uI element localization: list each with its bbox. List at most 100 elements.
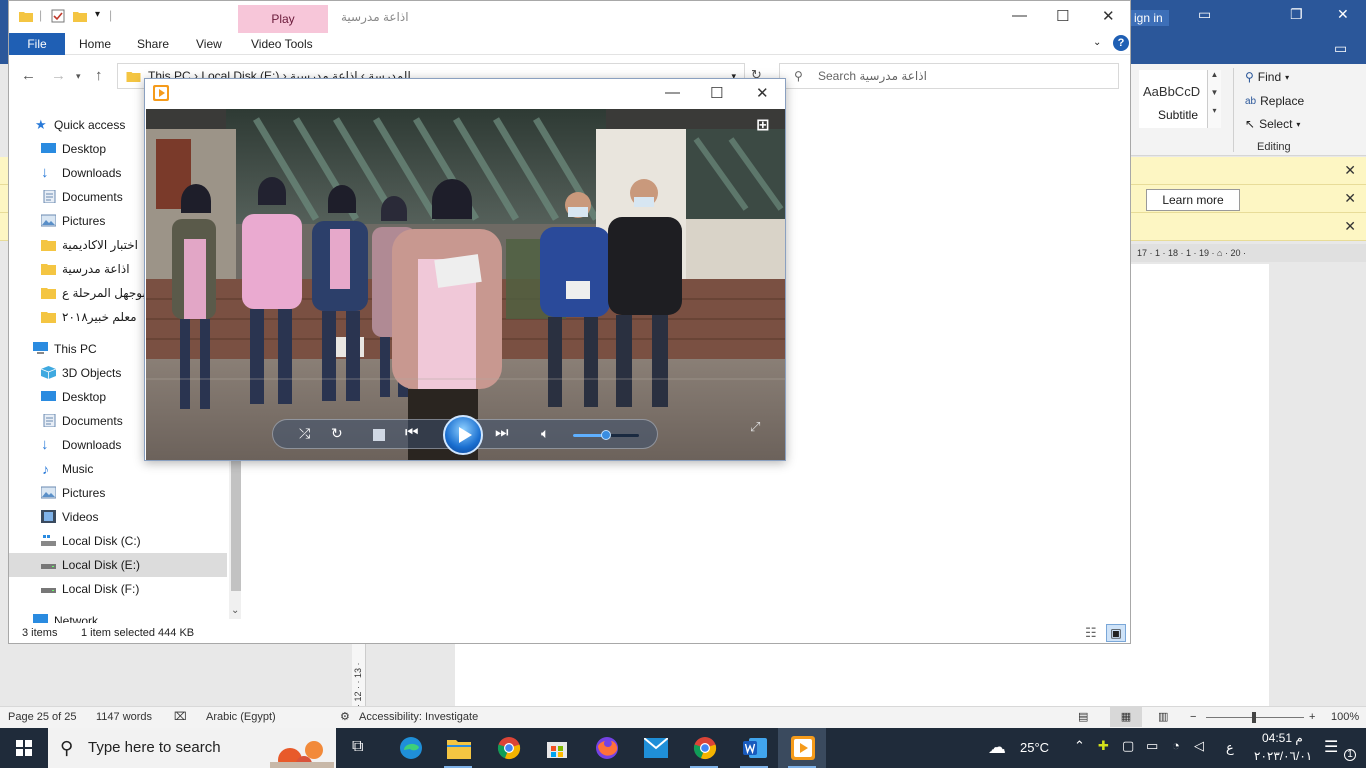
- taskbar-chrome-profile[interactable]: [680, 728, 728, 768]
- word-count[interactable]: 1147 words: [96, 707, 152, 728]
- up-icon[interactable]: ↑: [95, 67, 103, 84]
- show-hidden-icons-icon[interactable]: ⌃: [1074, 738, 1085, 754]
- tab-home[interactable]: Home: [79, 37, 111, 51]
- horizontal-ruler[interactable]: 17 · 1 · 18 · 1 · 19 · ⌂ · 20 ·: [1131, 244, 1366, 262]
- minimize-icon[interactable]: —: [665, 84, 680, 101]
- zoom-slider-thumb[interactable]: [1252, 712, 1256, 723]
- scroll-down-icon[interactable]: ⌄: [231, 605, 239, 616]
- tab-file[interactable]: File: [9, 33, 65, 55]
- taskbar-firefox[interactable]: [582, 728, 630, 768]
- close-icon[interactable]: ✕: [1102, 7, 1115, 25]
- language[interactable]: Arabic (Egypt): [206, 707, 276, 728]
- recent-locations-icon[interactable]: ▾: [76, 71, 81, 82]
- play-button[interactable]: [443, 415, 483, 455]
- word-sign-in-button[interactable]: ign in: [1128, 10, 1169, 26]
- start-button[interactable]: [0, 728, 48, 768]
- input-language[interactable]: ع: [1226, 740, 1234, 756]
- large-icons-view-icon[interactable]: ▣: [1106, 624, 1126, 642]
- wifi-icon[interactable]: ◔: [1172, 738, 1180, 753]
- zoom-in-icon[interactable]: +: [1309, 707, 1315, 728]
- accessibility-status[interactable]: Accessibility: Investigate: [359, 707, 478, 728]
- cube-icon: [41, 366, 56, 379]
- previous-icon[interactable]: ⏮: [405, 424, 419, 441]
- shuffle-icon[interactable]: ⤮: [299, 425, 310, 442]
- close-icon[interactable]: ✕: [1344, 190, 1356, 207]
- volume-icon[interactable]: 🔈︎: [541, 425, 549, 442]
- new-folder-icon[interactable]: [73, 9, 87, 23]
- close-icon[interactable]: ✕: [756, 84, 769, 102]
- tab-video-tools[interactable]: Video Tools: [251, 37, 313, 51]
- fullscreen-icon[interactable]: ⤢: [750, 419, 760, 435]
- expand-ribbon-icon[interactable]: ⌄: [1093, 37, 1101, 48]
- nav-network[interactable]: Network: [9, 609, 227, 623]
- taskbar-search-box[interactable]: ⚲ Type here to search: [48, 728, 336, 768]
- nav-videos[interactable]: Videos: [9, 505, 227, 529]
- nav-label: Pictures: [62, 214, 106, 228]
- word-restore-icon[interactable]: ❐: [1290, 6, 1303, 23]
- video-frame[interactable]: ⊞ ⤮ ↻ ⏮ ⏭ 🔈︎ ⤢: [146, 109, 785, 460]
- taskbar-file-explorer[interactable]: [434, 728, 482, 768]
- tray-app-icon[interactable]: ✚: [1098, 738, 1109, 754]
- battery-icon[interactable]: ▭: [1146, 738, 1158, 754]
- weather-icon[interactable]: ☁: [988, 737, 1006, 758]
- vertical-ruler[interactable]: · 12 · · 13 ·: [352, 644, 366, 708]
- ribbon-display-icon[interactable]: ▭: [1198, 6, 1211, 23]
- repeat-icon[interactable]: ↻: [331, 425, 343, 442]
- tab-view[interactable]: View: [196, 37, 222, 51]
- page-count[interactable]: Page 25 of 25: [8, 707, 77, 728]
- proofing-icon[interactable]: ⌧: [174, 707, 187, 728]
- zoom-out-icon[interactable]: −: [1190, 707, 1196, 728]
- maximize-icon[interactable]: ☐: [710, 84, 723, 102]
- nav-label: Downloads: [62, 438, 122, 452]
- next-icon[interactable]: ⏭: [495, 424, 509, 441]
- nav-local-disk-f[interactable]: Local Disk (F:): [9, 577, 227, 601]
- nav-pc-pictures[interactable]: Pictures: [9, 481, 227, 505]
- play-contextual-tab[interactable]: Play: [238, 5, 328, 33]
- meet-now-icon[interactable]: ▢: [1122, 738, 1134, 754]
- back-icon[interactable]: ←: [21, 67, 36, 84]
- style-gallery-scroll[interactable]: ▲ ▼ ▾: [1207, 70, 1221, 128]
- stop-icon[interactable]: [373, 429, 385, 441]
- taskbar-word[interactable]: [730, 728, 778, 768]
- replace-label: Replace: [1260, 94, 1305, 108]
- maximize-icon[interactable]: ☐: [1056, 7, 1069, 25]
- taskbar-media-player[interactable]: [778, 728, 826, 768]
- word-icon: [743, 738, 767, 758]
- help-icon[interactable]: ?: [1113, 35, 1129, 51]
- speaker-icon[interactable]: ◁: [1194, 738, 1204, 754]
- details-view-icon[interactable]: ☷: [1085, 623, 1097, 643]
- replace-button[interactable]: ab Replace: [1245, 94, 1304, 108]
- taskbar-mail[interactable]: [632, 728, 680, 768]
- forward-icon[interactable]: →: [51, 67, 66, 84]
- tab-share[interactable]: Share: [137, 37, 169, 51]
- task-view-button[interactable]: ⧉: [336, 728, 384, 768]
- taskbar-store[interactable]: [532, 728, 580, 768]
- minimize-icon[interactable]: —: [1012, 7, 1027, 24]
- word-close-icon[interactable]: ✕: [1337, 6, 1349, 23]
- zoom-level[interactable]: 100%: [1331, 707, 1359, 728]
- print-layout-icon[interactable]: ▦: [1110, 707, 1142, 727]
- properties-icon[interactable]: [51, 9, 65, 23]
- volume-slider-thumb[interactable]: [601, 430, 611, 440]
- select-button[interactable]: ↖ Select ▾: [1245, 117, 1300, 131]
- taskbar-edge[interactable]: [386, 728, 434, 768]
- clock-time[interactable]: م 04:51: [1262, 731, 1303, 745]
- explorer-window-title: اذاعة مدرسية: [341, 10, 409, 24]
- clock-date[interactable]: ٢٠٢٣/٠٦/٠١: [1254, 749, 1312, 763]
- find-button[interactable]: ⚲ Find ▾: [1245, 70, 1289, 84]
- taskbar-chrome[interactable]: [484, 728, 532, 768]
- nav-local-disk-c[interactable]: Local Disk (C:): [9, 529, 227, 553]
- notification-center-icon[interactable]: ☰: [1324, 737, 1338, 757]
- navigation-scroll-thumb[interactable]: [231, 455, 241, 591]
- switch-to-library-icon[interactable]: ⊞: [756, 115, 769, 135]
- read-mode-icon[interactable]: ▤: [1078, 707, 1088, 728]
- close-icon[interactable]: ✕: [1344, 218, 1356, 235]
- weather-temp[interactable]: 25°C: [1020, 740, 1049, 755]
- comments-icon[interactable]: ▭: [1334, 40, 1347, 57]
- nav-local-disk-e[interactable]: Local Disk (E:): [9, 553, 227, 577]
- close-icon[interactable]: ✕: [1344, 162, 1356, 179]
- web-layout-icon[interactable]: ▥: [1158, 707, 1168, 728]
- quick-access-chevron-icon[interactable]: ▾: [95, 9, 100, 20]
- learn-more-button[interactable]: Learn more: [1146, 189, 1240, 211]
- search-box[interactable]: ⚲ Search اذاعة مدرسية: [779, 63, 1119, 89]
